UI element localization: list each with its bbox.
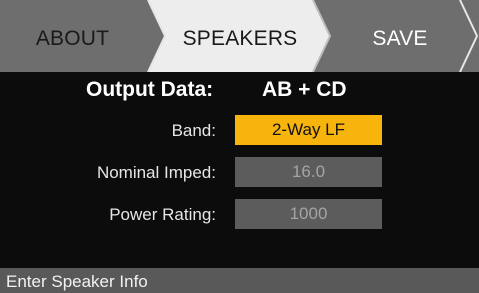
tab-save-label[interactable]: SAVE: [345, 0, 455, 72]
output-data-label: Output Data:: [86, 78, 214, 101]
power-rating-field[interactable]: 1000: [235, 199, 382, 229]
band-label: Band:: [171, 121, 216, 140]
status-bar: Enter Speaker Info: [0, 268, 479, 293]
tab-about-label[interactable]: ABOUT: [0, 0, 145, 72]
output-data-value: AB + CD: [262, 78, 347, 101]
nominal-imped-field[interactable]: 16.0: [235, 157, 382, 187]
band-field[interactable]: 2-Way LF: [235, 115, 382, 145]
power-rating-label: Power Rating:: [109, 205, 216, 224]
nominal-imped-label: Nominal Imped:: [96, 163, 216, 182]
output-data-heading: Output Data: AB + CD: [0, 75, 479, 105]
screen: ABOUT SPEAKERS SAVE Output Data: AB + CD…: [0, 0, 479, 293]
tab-speakers-label[interactable]: SPEAKERS: [165, 0, 315, 72]
tab-bar: ABOUT SPEAKERS SAVE: [0, 0, 479, 72]
